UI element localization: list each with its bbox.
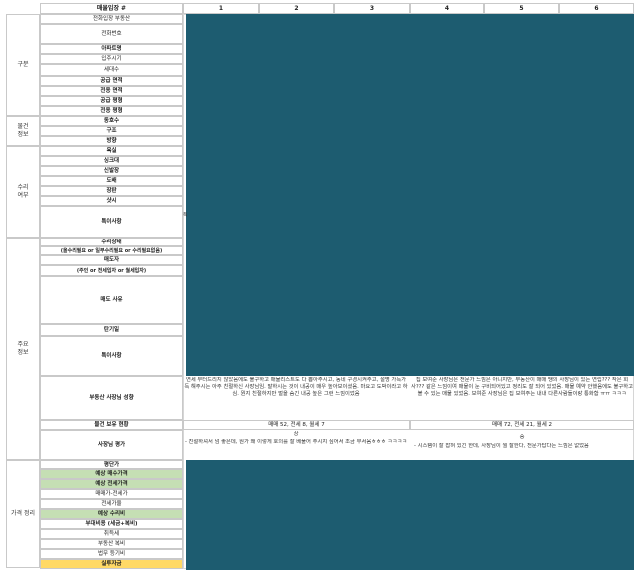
row-label: (주인 or 전세입자 or 월세입자) <box>40 265 183 276</box>
column-header-1: 1 <box>183 3 259 14</box>
row-label: 신발장 <box>40 166 183 176</box>
row-label: 도배 <box>40 176 183 186</box>
tendency-note-col4: 집 보여준 사장님은 전문가 느낌은 아니지만, 부동산이 매매 땡의 사장님이… <box>410 377 634 397</box>
row-label: 부동산 사장님 성향 <box>40 376 183 420</box>
evaluation-col4: - 시스템이 잘 잡혀 있긴 한데, 사장님이 뭘 잘한다, 전문가답다는 느낌… <box>414 443 589 449</box>
row-label: 사장님 평가 <box>40 430 183 460</box>
row-label: 탄기일 <box>40 324 183 336</box>
row-label: 물건 보유 현황 <box>40 420 183 430</box>
column-header-5: 5 <box>484 3 559 14</box>
row-label: 공급 면적 <box>40 76 183 86</box>
holdings-col1: 매매 52, 전세 8, 월세 7 <box>183 420 410 430</box>
grade-col1: 상 <box>293 431 299 437</box>
group-price: 가격 정리 <box>6 460 40 568</box>
column-header-2: 2 <box>259 3 334 14</box>
group-category: 구분 <box>6 14 40 116</box>
row-label: 예상 전세가격 <box>40 479 183 489</box>
row-label: 전용 면적 <box>40 86 183 96</box>
row-label: 공급 평형 <box>40 96 183 106</box>
row-label: 장판 <box>40 186 183 196</box>
row-label: 수리상태 <box>40 238 183 246</box>
cell-fragment: 특 <box>183 212 187 218</box>
row-label: 싱크대 <box>40 156 183 166</box>
row-label: (올수리필요 or 일부수리필요 or 수리필요없음) <box>40 246 183 255</box>
row-label: 취득세 <box>40 529 183 539</box>
row-label: 매도자 <box>40 255 183 265</box>
redacted-block-top <box>186 14 634 376</box>
evaluation-col1: - 친절하셔서 넘 좋은데, 뭔가 왜 이렇게 호의를 잘 베풀어 주시지 싶어… <box>184 439 408 445</box>
column-header-6: 6 <box>559 3 634 14</box>
row-label: 구조 <box>40 126 183 136</box>
row-label: 전세가율 <box>40 499 183 509</box>
row-label: 욕실 <box>40 146 183 156</box>
group-repair: 수리 여부 <box>6 146 40 238</box>
column-header-4: 4 <box>410 3 484 14</box>
row-label: 세대수 <box>40 64 183 76</box>
row-label: 전화번호 <box>40 24 183 44</box>
row-label: 실투자금 <box>40 559 183 569</box>
grade-col4: 중 <box>519 434 525 440</box>
sheet-title: 매물입장 # <box>40 3 183 14</box>
holdings-col4: 매매 72, 전세 21, 월세 2 <box>410 420 634 430</box>
row-label: 부동산 복비 <box>40 539 183 549</box>
row-label: 아파트명 <box>40 44 183 54</box>
group-main-info: 주요 정보 <box>6 238 40 460</box>
row-label: 매도 사유 <box>40 276 183 324</box>
redacted-block-bottom <box>186 460 634 570</box>
row-label: 평단가 <box>40 460 183 469</box>
group-property-info: 물건 정보 <box>6 116 40 146</box>
tendency-note-col1: 연세 부터드리지 않았음에도 불구하고 매물리스트도 다 뽑아주시고, 동네 구… <box>184 377 408 397</box>
row-label: 법무 등기비 <box>40 549 183 559</box>
row-label: 입주시기 <box>40 54 183 64</box>
row-label: 샷시 <box>40 196 183 206</box>
row-label: 전용 평형 <box>40 106 183 116</box>
row-label: 특이사항 <box>40 336 183 376</box>
row-label: 예상 수리비 <box>40 509 183 519</box>
spreadsheet: 매물입장 # 1 2 3 4 5 6 구분 물건 정보 수리 여부 주요 정보 … <box>0 0 640 574</box>
row-label: 전화입장 부동산 <box>40 14 183 24</box>
row-label: 예상 매수가격 <box>40 469 183 479</box>
row-label: 동호수 <box>40 116 183 126</box>
row-label: 특이사항 <box>40 206 183 238</box>
row-label: 방향 <box>40 136 183 146</box>
row-label: 부대비용 (세금+복비) <box>40 519 183 529</box>
row-label: 매매가-전세가 <box>40 489 183 499</box>
column-header-3: 3 <box>334 3 410 14</box>
